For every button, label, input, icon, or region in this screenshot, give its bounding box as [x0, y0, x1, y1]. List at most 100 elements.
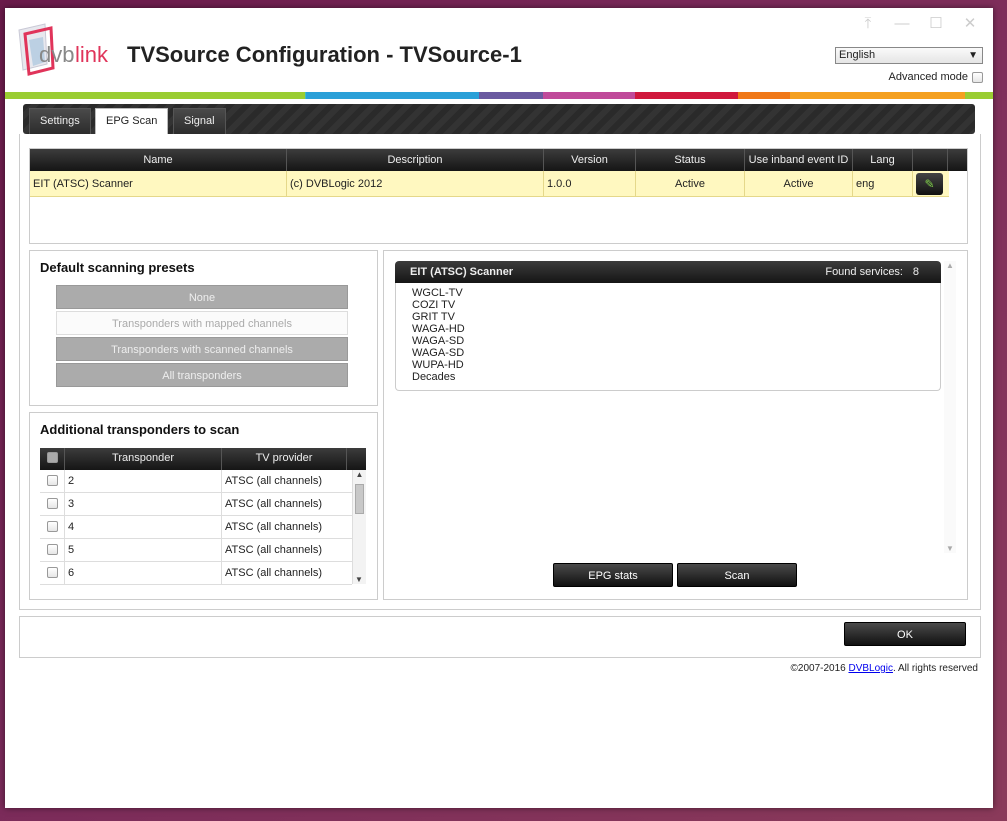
row-checkbox[interactable]	[46, 475, 58, 486]
row-checkbox[interactable]	[46, 498, 58, 509]
window-controls: ⤒ — ☐ ✕	[859, 16, 979, 32]
transponders-scrollbar[interactable]: ▲ ▼	[352, 470, 366, 584]
cell-transponder: 3	[65, 493, 222, 515]
table-row[interactable]: 2 ATSC (all channels)	[40, 470, 352, 493]
scroll-up-icon[interactable]: ▲	[944, 261, 956, 270]
col-description[interactable]: Description	[287, 149, 544, 171]
cell-lang: eng	[853, 171, 913, 196]
list-item: WAGA-HD	[412, 323, 465, 335]
list-item: WUPA-HD	[412, 359, 464, 371]
cell-tv-provider: ATSC (all channels)	[225, 498, 322, 510]
transponders-header: Transponder TV provider	[40, 448, 366, 470]
cell-tv-provider: ATSC (all channels)	[225, 521, 322, 533]
cell-status: Active	[636, 171, 745, 196]
language-value: English	[839, 49, 876, 61]
cell-tv-provider: ATSC (all channels)	[225, 544, 322, 556]
preset-none[interactable]: None	[56, 285, 348, 309]
logo-text: dvb	[39, 42, 74, 67]
pin-icon[interactable]: ⤒	[859, 16, 877, 32]
advanced-mode-label: Advanced mode	[888, 71, 969, 83]
tab-epg-scan[interactable]: EPG Scan	[95, 108, 169, 134]
presets-title: Default scanning presets	[40, 260, 195, 275]
table-row[interactable]: 4 ATSC (all channels)	[40, 516, 352, 539]
cell-version: 1.0.0	[544, 171, 636, 196]
scan-button[interactable]: Scan	[677, 563, 797, 587]
list-item: COZI TV	[412, 299, 456, 311]
col-lang[interactable]: Lang	[853, 149, 913, 171]
color-bar-segment	[543, 92, 635, 99]
advanced-mode-checkbox[interactable]	[972, 71, 983, 83]
col-transponder[interactable]: Transponder	[65, 448, 222, 470]
select-all-checkbox[interactable]	[46, 452, 58, 463]
col-tv-provider[interactable]: TV provider	[222, 448, 347, 470]
services-scrollbar[interactable]: ▲ ▼	[944, 261, 956, 553]
row-checkbox[interactable]	[46, 567, 58, 578]
color-bar-segment	[306, 92, 479, 99]
list-item: WAGA-SD	[412, 347, 465, 359]
maximize-icon[interactable]: ☐	[927, 16, 945, 32]
epg-stats-button[interactable]: EPG stats	[553, 563, 673, 587]
preset-mapped[interactable]: Transponders with mapped channels	[56, 311, 348, 335]
color-bar-segment	[790, 92, 965, 99]
copyright: ©2007-2016 DVBLogic. All rights reserved	[791, 663, 978, 674]
minimize-icon[interactable]: —	[893, 16, 911, 32]
services-list: WGCL-TV COZI TV GRIT TV WAGA-HD WAGA-SD WAGA-…	[395, 283, 941, 391]
col-status[interactable]: Status	[636, 149, 745, 171]
language-select[interactable]: English ▼	[835, 47, 983, 64]
cell-inband: Active	[745, 171, 853, 196]
scroll-down-icon[interactable]: ▼	[944, 544, 956, 553]
preset-all[interactable]: All transponders	[56, 363, 348, 387]
cell-transponder: 6	[65, 562, 222, 584]
tab-bar: Settings EPG Scan Signal	[23, 104, 975, 134]
found-services-label: Found services:	[825, 266, 903, 278]
col-actions	[913, 149, 948, 171]
table-row[interactable]: 3 ATSC (all channels)	[40, 493, 352, 516]
color-bar-segment	[965, 92, 993, 99]
found-services-count: 8	[912, 266, 919, 278]
cell-name: EIT (ATSC) Scanner	[30, 171, 287, 196]
cell-tv-provider: ATSC (all channels)	[225, 475, 322, 487]
col-version[interactable]: Version	[544, 149, 636, 171]
ok-button[interactable]: OK	[844, 622, 966, 646]
color-bar-segment	[479, 92, 543, 99]
chevron-down-icon: ▼	[968, 50, 978, 61]
scroll-down-icon[interactable]: ▼	[353, 575, 365, 584]
list-item: WGCL-TV	[412, 287, 463, 299]
color-bar-segment	[738, 92, 790, 99]
scanner-table-header: Name Description Version Status Use inba…	[30, 149, 967, 171]
scroll-up-icon[interactable]: ▲	[353, 470, 366, 479]
copyright-text: ©2007-2016	[790, 663, 849, 674]
scrollbar-thumb[interactable]	[355, 484, 364, 514]
services-header: EIT (ATSC) Scanner Found services: 8	[395, 261, 941, 283]
svg-text:link: link	[75, 42, 109, 67]
table-row[interactable]: 6 ATSC (all channels)	[40, 562, 352, 585]
tab-settings[interactable]: Settings	[29, 108, 91, 134]
dvblink-logo: dvb link	[18, 23, 109, 76]
advanced-mode-toggle[interactable]: Advanced mode	[888, 71, 983, 83]
scanner-name: EIT (ATSC) Scanner	[410, 266, 514, 278]
brand-color-bar	[5, 92, 993, 99]
copyright-suffix: . All rights reserved	[892, 663, 978, 674]
bottom-bar	[19, 616, 981, 658]
edit-scanner-button[interactable]: ✎	[916, 173, 943, 195]
color-bar-segment	[635, 92, 738, 99]
pencil-icon: ✎	[924, 177, 935, 191]
table-row[interactable]: EIT (ATSC) Scanner (c) DVBLogic 2012 1.0…	[30, 171, 949, 197]
tab-signal[interactable]: Signal	[173, 108, 226, 134]
list-item: Decades	[412, 371, 456, 383]
dvblogic-link[interactable]: DVBLogic	[848, 663, 892, 674]
col-inband[interactable]: Use inband event ID	[745, 149, 853, 171]
list-item: GRIT TV	[412, 311, 455, 323]
cell-transponder: 5	[65, 539, 222, 561]
page-title: TVSource Configuration - TVSource-1	[127, 42, 522, 67]
table-row[interactable]: 5 ATSC (all channels)	[40, 539, 352, 562]
list-item: WAGA-SD	[412, 335, 465, 347]
row-checkbox[interactable]	[46, 544, 58, 555]
preset-scanned[interactable]: Transponders with scanned channels	[56, 337, 348, 361]
close-icon[interactable]: ✕	[961, 16, 979, 32]
col-name[interactable]: Name	[30, 149, 287, 171]
cell-transponder: 2	[65, 470, 222, 492]
transponders-title: Additional transponders to scan	[40, 422, 240, 437]
row-checkbox[interactable]	[46, 521, 58, 532]
color-bar-segment	[5, 92, 305, 99]
